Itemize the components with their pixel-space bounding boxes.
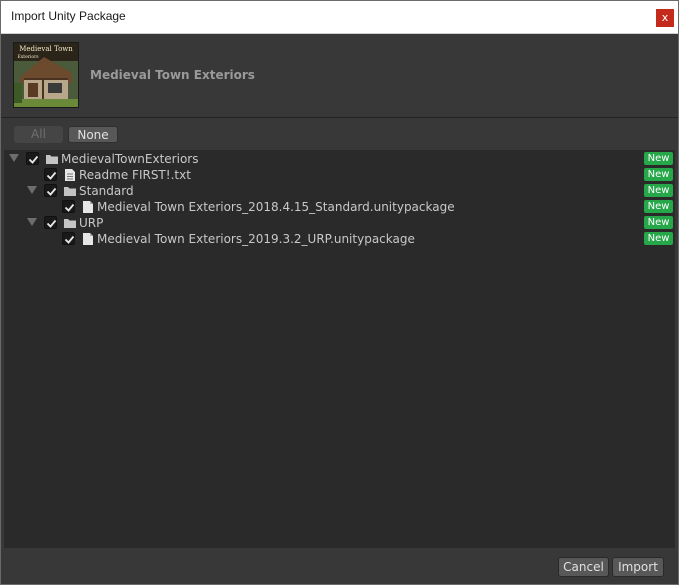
new-badge: New [644,168,673,181]
checkmark-icon [64,235,75,244]
tree-row-medievaltownexteriors[interactable]: MedievalTownExteriors New [4,151,675,167]
item-checkbox[interactable] [26,152,39,165]
new-badge: New [644,152,673,165]
item-checkbox[interactable] [62,232,75,245]
text-file-icon [65,169,75,181]
thumbnail-caption: Medieval Town [19,45,73,53]
tree-row-standard[interactable]: Standard New [4,183,675,199]
item-checkbox[interactable] [44,216,57,229]
select-all-button[interactable]: All [14,126,63,143]
expand-arrow-icon[interactable] [27,218,37,226]
window-title: Import Unity Package [11,9,126,23]
folder-icon [46,155,58,164]
new-badge: New [644,200,673,213]
expand-arrow-icon[interactable] [9,154,19,162]
checkmark-icon [28,155,39,164]
select-none-button[interactable]: None [68,126,118,143]
folder-icon [64,219,76,228]
tree-row-urp[interactable]: URP New [4,215,675,231]
package-tree: MedievalTownExteriors New Readme FIRST!.… [4,150,675,548]
package-name: Medieval Town Exteriors [90,68,255,82]
new-badge: New [644,216,673,229]
checkmark-icon [46,171,57,180]
package-thumbnail: Medieval Town Exteriors [13,42,79,108]
cancel-button[interactable]: Cancel [558,557,609,577]
package-header: Medieval Town Exteriors Medieval Town Ex… [1,34,678,118]
title-bar[interactable]: Import Unity Package x [1,1,678,34]
tree-item-label: Standard [79,184,134,198]
import-button[interactable]: Import [612,557,664,577]
folder-icon [64,187,76,196]
close-button[interactable]: x [656,9,674,27]
item-checkbox[interactable] [44,168,57,181]
tree-row-urp-package[interactable]: Medieval Town Exteriors_2019.3.2_URP.uni… [4,231,675,247]
import-package-window: Import Unity Package x Medieval Town Ext… [0,0,679,585]
tree-item-label: MedievalTownExteriors [61,152,199,166]
checkmark-icon [64,203,75,212]
checkmark-icon [46,219,57,228]
tree-item-label: Medieval Town Exteriors_2018.4.15_Standa… [97,200,455,214]
tree-item-label: Medieval Town Exteriors_2019.3.2_URP.uni… [97,232,415,246]
file-icon [83,233,93,245]
new-badge: New [644,232,673,245]
close-icon: x [661,11,669,24]
new-badge: New [644,184,673,197]
item-checkbox[interactable] [44,184,57,197]
expand-arrow-icon[interactable] [27,186,37,194]
file-icon [83,201,93,213]
selection-toolbar: All None [1,118,678,150]
dialog-footer: Cancel Import [1,548,678,584]
tree-item-label: Readme FIRST!.txt [79,168,191,182]
item-checkbox[interactable] [62,200,75,213]
tree-item-label: URP [79,216,104,230]
tree-row-standard-package[interactable]: Medieval Town Exteriors_2018.4.15_Standa… [4,199,675,215]
checkmark-icon [46,187,57,196]
thumbnail-subcaption: Exteriors [17,54,39,60]
tree-row-readme[interactable]: Readme FIRST!.txt New [4,167,675,183]
